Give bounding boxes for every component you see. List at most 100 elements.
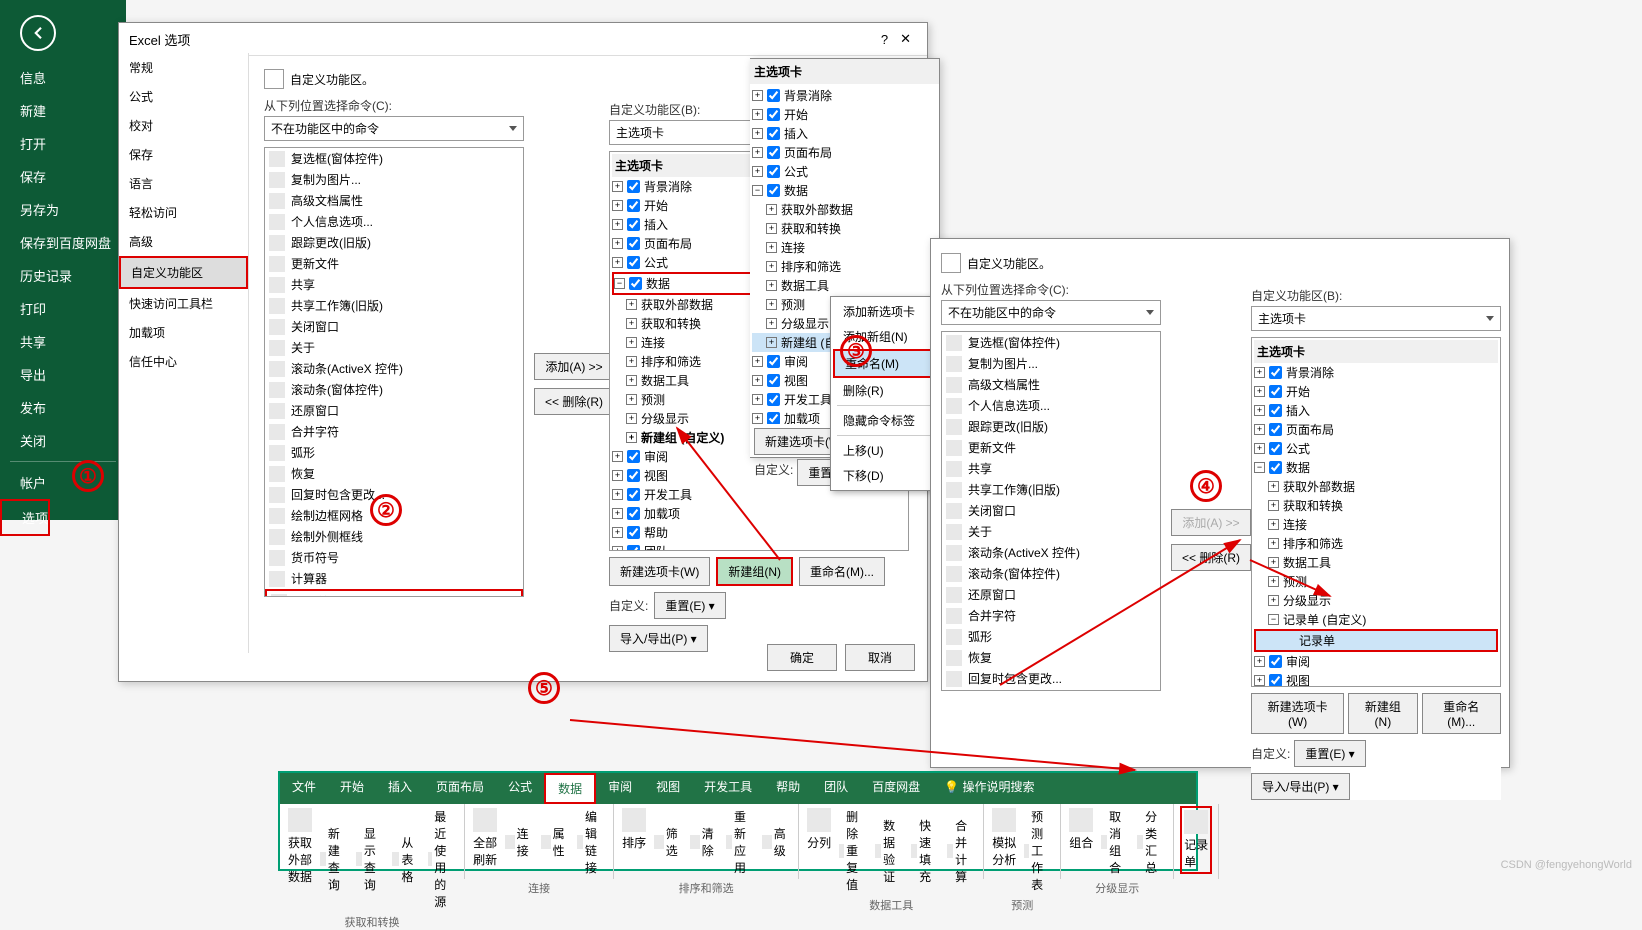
back-button[interactable] bbox=[20, 15, 56, 51]
ok-button[interactable]: 确定 bbox=[767, 644, 837, 671]
tree-node[interactable]: −数据 bbox=[752, 181, 937, 200]
ribbon-button[interactable]: 最近使用的源 bbox=[426, 806, 458, 912]
choose-from-dropdown[interactable]: 不在功能区中的命令 bbox=[264, 116, 524, 141]
command-item[interactable]: 还原窗口 bbox=[942, 584, 1160, 605]
command-item[interactable]: 更新文件 bbox=[942, 437, 1160, 458]
new-group-button-2[interactable]: 新建组(N) bbox=[1348, 693, 1417, 734]
commands-list[interactable]: 复选框(窗体控件)复制为图片...高级文档属性个人信息选项...跟踪更改(旧版)… bbox=[264, 147, 524, 597]
ribbon-button[interactable]: 高级 bbox=[760, 806, 792, 878]
ribbon-button[interactable]: 排序 bbox=[620, 806, 648, 878]
ribbon-button[interactable]: 连接 bbox=[503, 806, 535, 878]
command-item[interactable]: 恢复 bbox=[265, 463, 523, 484]
ribbon-tab[interactable]: 文件 bbox=[280, 773, 328, 804]
command-item[interactable]: 回复时包含更改... bbox=[942, 668, 1160, 689]
ribbon-button[interactable]: 全部刷新 bbox=[471, 806, 499, 878]
ribbon-button[interactable]: 合并计算 bbox=[945, 806, 977, 895]
import-export-button[interactable]: 导入/导出(P) ▾ bbox=[609, 625, 708, 652]
tree-node[interactable]: +开始 bbox=[1254, 382, 1498, 401]
ribbon-tab[interactable]: 数据 bbox=[544, 773, 596, 804]
new-tab-button-2[interactable]: 新建选项卡(W) bbox=[1251, 693, 1344, 734]
cat-customize-ribbon[interactable]: 自定义功能区 bbox=[119, 256, 248, 289]
command-item[interactable]: 复制为图片... bbox=[942, 353, 1160, 374]
command-item[interactable]: 个人信息选项... bbox=[265, 211, 523, 232]
command-item[interactable]: 个人信息选项... bbox=[942, 395, 1160, 416]
cancel-button[interactable]: 取消 bbox=[845, 644, 915, 671]
tree-node[interactable]: +开始 bbox=[752, 105, 937, 124]
ribbon-button[interactable]: 分类汇总 bbox=[1135, 806, 1167, 878]
side-close[interactable]: 关闭 bbox=[0, 424, 126, 457]
tree-node[interactable]: +连接 bbox=[752, 238, 937, 257]
command-item[interactable]: 滚动条(ActiveX 控件) bbox=[942, 542, 1160, 563]
command-item[interactable]: 绘制外侧框线 bbox=[265, 526, 523, 547]
tree-node[interactable]: 记录单 bbox=[1254, 629, 1498, 652]
cat-proofing[interactable]: 校对 bbox=[119, 111, 248, 140]
command-item[interactable]: 绘制边框网格 bbox=[942, 689, 1160, 691]
side-saveas[interactable]: 另存为 bbox=[0, 193, 126, 226]
side-info[interactable]: 信息 bbox=[0, 61, 126, 94]
tree-node[interactable]: +页面布局 bbox=[1254, 420, 1498, 439]
context-menu-item[interactable]: 隐藏命令标签 bbox=[833, 408, 937, 433]
command-item[interactable]: 货币符号 bbox=[265, 547, 523, 568]
ribbon-button[interactable]: 预测工作表 bbox=[1022, 806, 1054, 895]
ribbon-tree-2[interactable]: 主选项卡+背景消除+开始+插入+页面布局+公式−数据+获取外部数据+获取和转换+… bbox=[1251, 337, 1501, 687]
tree-node[interactable]: −数据 bbox=[1254, 458, 1498, 477]
tree-node[interactable]: +背景消除 bbox=[752, 86, 937, 105]
cat-language[interactable]: 语言 bbox=[119, 169, 248, 198]
tree-node[interactable]: +视图 bbox=[1254, 671, 1498, 687]
command-item[interactable]: 更新文件 bbox=[265, 253, 523, 274]
new-group-button[interactable]: 新建组(N) bbox=[716, 557, 793, 586]
tree-node[interactable]: +预测 bbox=[1254, 572, 1498, 591]
command-item[interactable]: 弧形 bbox=[265, 442, 523, 463]
ribbon-button[interactable]: 清除 bbox=[688, 806, 720, 878]
tree-node[interactable]: +页面布局 bbox=[752, 143, 937, 162]
ribbon-tab[interactable]: 开发工具 bbox=[692, 773, 764, 804]
remove-button-2[interactable]: << 删除(R) bbox=[1171, 544, 1251, 571]
context-menu-item[interactable]: 下移(D) bbox=[833, 463, 937, 488]
cat-qat[interactable]: 快速访问工具栏 bbox=[119, 289, 248, 318]
ribbon-button[interactable]: 删除重复值 bbox=[837, 806, 869, 895]
command-item[interactable]: 合并字符 bbox=[942, 605, 1160, 626]
ribbon-button[interactable]: 筛选 bbox=[652, 806, 684, 878]
side-export[interactable]: 导出 bbox=[0, 358, 126, 391]
tree-node[interactable]: +获取外部数据 bbox=[752, 200, 937, 219]
ribbon-button[interactable]: 记录单 bbox=[1180, 806, 1212, 874]
side-history[interactable]: 历史记录 bbox=[0, 259, 126, 292]
ribbon-button[interactable]: 新建查询 bbox=[318, 806, 350, 912]
command-item[interactable]: 复选框(窗体控件) bbox=[265, 148, 523, 169]
tree-node[interactable]: +获取和转换 bbox=[752, 219, 937, 238]
cat-ease[interactable]: 轻松访问 bbox=[119, 198, 248, 227]
tree-node[interactable]: +加载项 bbox=[612, 504, 906, 523]
add-button[interactable]: 添加(A) >> bbox=[534, 353, 614, 380]
ribbon-button[interactable]: 数据验证 bbox=[873, 806, 905, 895]
ribbon-button[interactable]: 重新应用 bbox=[724, 806, 756, 878]
command-item[interactable]: 共享工作簿(旧版) bbox=[942, 479, 1160, 500]
ribbon-button[interactable]: 属性 bbox=[539, 806, 571, 878]
dialog-titlebar[interactable]: Excel 选项 ? ✕ bbox=[119, 23, 927, 56]
import-export-2[interactable]: 导入/导出(P) ▾ bbox=[1251, 773, 1350, 800]
tree-node[interactable]: +插入 bbox=[752, 124, 937, 143]
side-publish[interactable]: 发布 bbox=[0, 391, 126, 424]
ribbon-tab[interactable]: 插入 bbox=[376, 773, 424, 804]
side-new[interactable]: 新建 bbox=[0, 94, 126, 127]
command-item[interactable]: 关于 bbox=[265, 337, 523, 358]
command-item[interactable]: 复制为图片... bbox=[265, 169, 523, 190]
choose-from-dropdown-2[interactable]: 不在功能区中的命令 bbox=[941, 300, 1161, 325]
ribbon-button[interactable]: 获取外部数据 bbox=[286, 806, 314, 912]
tree-node[interactable]: +数据工具 bbox=[752, 276, 937, 295]
command-item[interactable]: 计算器 bbox=[265, 568, 523, 589]
tree-node[interactable]: +排序和筛选 bbox=[1254, 534, 1498, 553]
tree-node[interactable]: +插入 bbox=[1254, 401, 1498, 420]
rename-button-2[interactable]: 重命名(M)... bbox=[1422, 693, 1501, 734]
command-item[interactable]: 还原窗口 bbox=[265, 400, 523, 421]
customize-dropdown-2[interactable]: 主选项卡 bbox=[1251, 306, 1501, 331]
reset-button-2[interactable]: 重置(E) ▾ bbox=[1294, 740, 1365, 767]
side-share[interactable]: 共享 bbox=[0, 325, 126, 358]
cat-addins[interactable]: 加载项 bbox=[119, 318, 248, 347]
tree-node[interactable]: +排序和筛选 bbox=[752, 257, 937, 276]
tree-node[interactable]: +背景消除 bbox=[1254, 363, 1498, 382]
ribbon-button[interactable]: 从表格 bbox=[390, 806, 422, 912]
command-item[interactable]: 滚动条(窗体控件) bbox=[265, 379, 523, 400]
ribbon-button[interactable]: 快速填充 bbox=[909, 806, 941, 895]
tree-node[interactable]: +获取和转换 bbox=[1254, 496, 1498, 515]
side-open[interactable]: 打开 bbox=[0, 127, 126, 160]
